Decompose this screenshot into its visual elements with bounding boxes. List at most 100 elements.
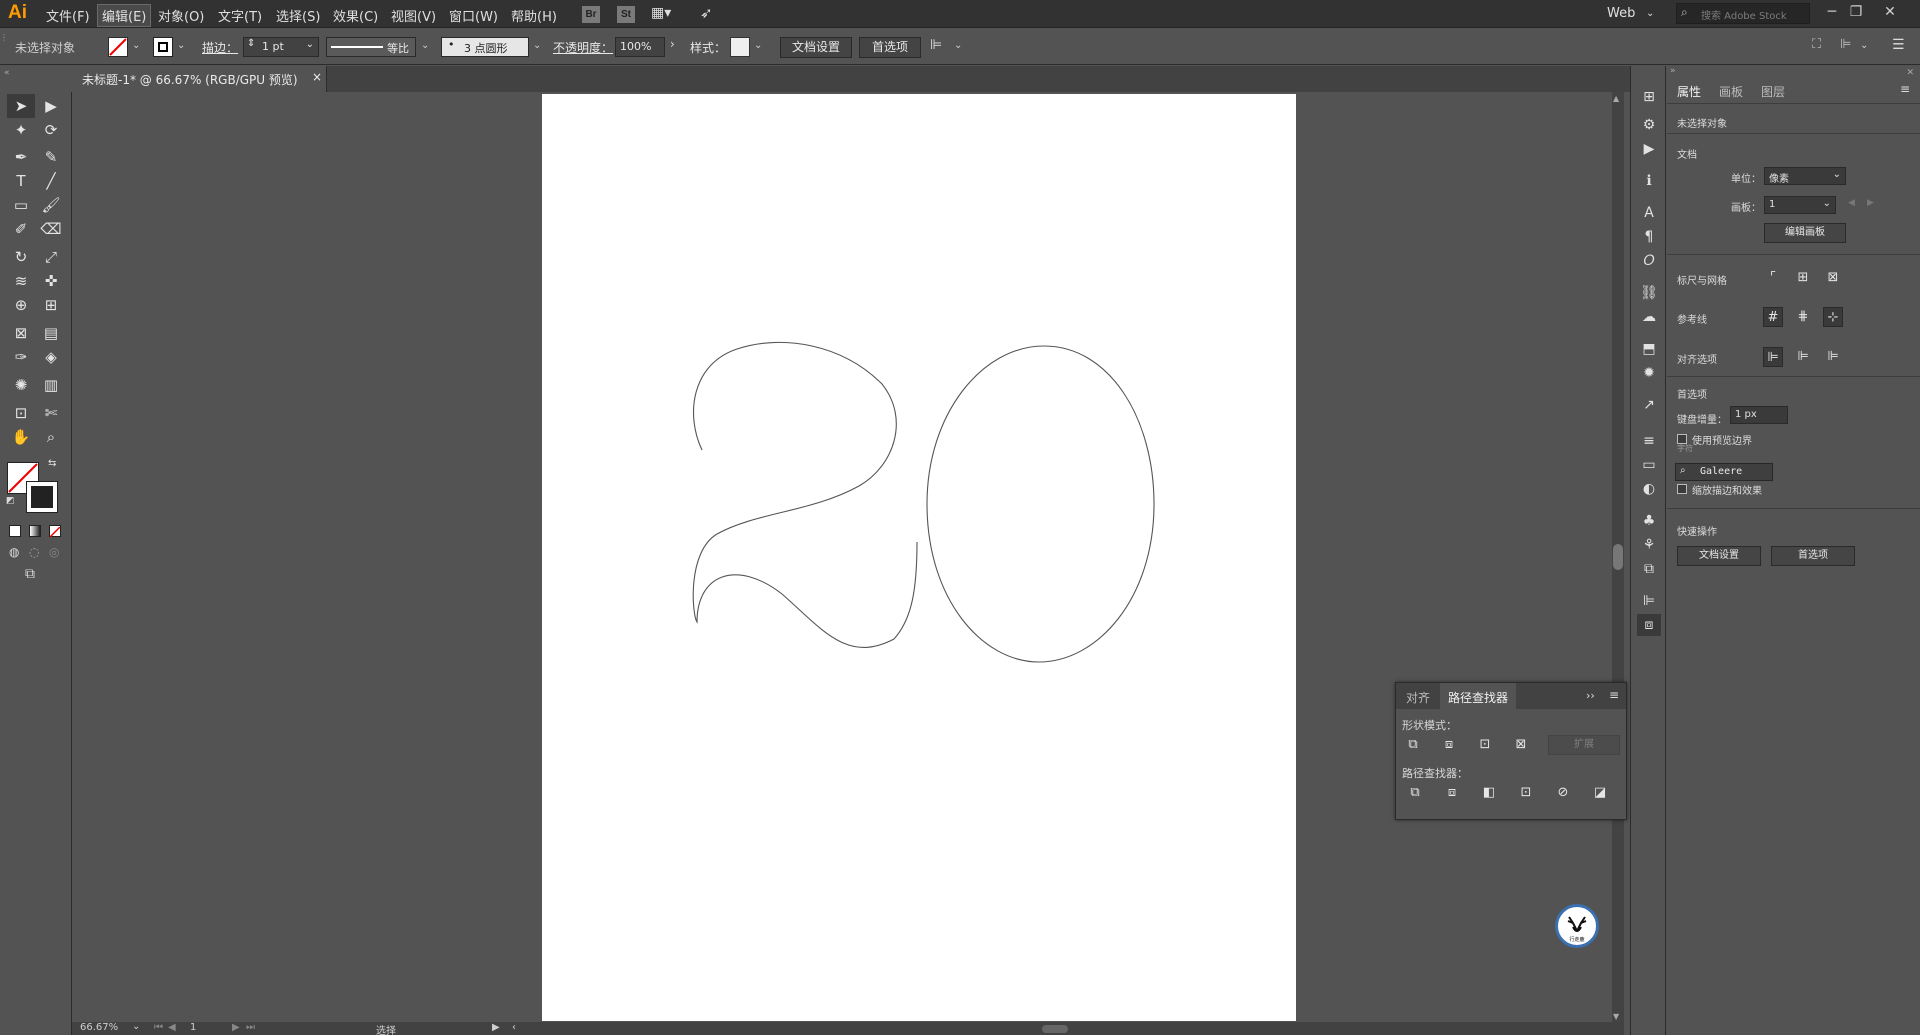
chevron-down-icon[interactable]: ⌄ [954, 40, 962, 51]
prev-artboard-icon[interactable]: ◀ [1848, 198, 1855, 208]
align-panel-icon[interactable]: ⊫ [1840, 37, 1851, 52]
settings-icon[interactable]: ⚙ [1637, 114, 1661, 136]
menu-help[interactable]: 帮助(H) [507, 6, 561, 25]
status-menu-icon[interactable]: ▶ [492, 1022, 500, 1033]
asset-export-icon[interactable]: ↗ [1637, 394, 1661, 416]
scale-tool-icon[interactable]: ⤢ [37, 245, 65, 269]
line-tool-icon[interactable]: ╱ [37, 169, 65, 193]
info-icon[interactable]: ℹ [1637, 170, 1661, 192]
artboard-tool-icon[interactable]: ⊡ [7, 401, 35, 425]
rotate-tool-icon[interactable]: ↻ [7, 245, 35, 269]
character-icon[interactable]: A [1637, 202, 1661, 224]
color-mode-icon[interactable] [9, 525, 21, 537]
selection-tool-icon[interactable]: ➤ [7, 94, 35, 118]
eyedropper-tool-icon[interactable]: ✑ [7, 345, 35, 369]
screen-mode-icon[interactable]: ⧉ [25, 566, 35, 582]
exclude-icon[interactable]: ⊠ [1510, 735, 1532, 755]
brush-dropdown[interactable]: • 3 点圆形 [441, 37, 529, 57]
chevron-down-icon[interactable]: ⌄ [177, 40, 185, 51]
restore-icon[interactable]: ❐ [1842, 4, 1870, 20]
links-icon[interactable]: ⛓ [1637, 282, 1661, 304]
warp-tool-icon[interactable]: ≋ [7, 269, 35, 293]
close-icon[interactable]: × [312, 70, 322, 84]
symbol-sprayer-tool-icon[interactable]: ✺ [7, 373, 35, 397]
artboard[interactable] [542, 94, 1296, 1021]
vertical-scrollbar[interactable]: ▲ ▼ [1612, 92, 1624, 1023]
snap-to-point-icon[interactable]: ⊫ [1763, 347, 1783, 367]
draw-inside-icon[interactable]: ◎ [49, 545, 59, 559]
scroll-thumb[interactable] [1613, 544, 1623, 570]
expand-button[interactable]: 扩展 [1548, 735, 1620, 755]
zoom-tool-icon[interactable]: ⌕ [37, 425, 65, 449]
close-icon[interactable]: ✕ [1876, 4, 1904, 20]
actions-icon[interactable]: ▶ [1637, 138, 1661, 160]
quick-doc-setup-button[interactable]: 文档设置 [1677, 546, 1761, 566]
opentype-icon[interactable]: 𝑂 [1637, 250, 1661, 272]
libraries-icon[interactable]: ⊞ [1637, 86, 1661, 108]
chevron-down-icon[interactable]: ⌄ [421, 40, 429, 51]
scroll-left-icon[interactable]: ‹ [512, 1022, 516, 1033]
merge-icon[interactable]: ◧ [1478, 783, 1500, 803]
shaper-tool-icon[interactable]: ✐ [7, 217, 35, 241]
scroll-up-icon[interactable]: ▲ [1613, 94, 1619, 103]
minus-back-icon[interactable]: ◪ [1589, 783, 1611, 803]
snap-to-pixel-icon[interactable]: ⊫ [1793, 347, 1813, 367]
intersect-icon[interactable]: ⊡ [1474, 735, 1496, 755]
draw-normal-icon[interactable]: ◍ [9, 545, 19, 559]
horizontal-scroll-thumb[interactable] [1042, 1025, 1068, 1033]
curvature-tool-icon[interactable]: ✎ [37, 145, 65, 169]
pathfinder-panel-icon[interactable]: ⧈ [1637, 614, 1661, 636]
stroke-profile-dropdown[interactable]: 等比 [326, 37, 416, 57]
scroll-down-icon[interactable]: ▼ [1613, 1012, 1619, 1021]
menu-select[interactable]: 选择(S) [272, 6, 324, 25]
opacity-label[interactable]: 不透明度： [553, 39, 613, 56]
scale-strokes-checkbox[interactable] [1677, 484, 1687, 494]
cc-libraries-icon[interactable]: ☁ [1637, 306, 1661, 328]
brushes-icon[interactable]: ⚘ [1637, 534, 1661, 556]
next-artboard-icon[interactable]: ▶ [1867, 198, 1874, 208]
snap-to-grid-icon[interactable]: ⊫ [1823, 347, 1843, 367]
chevron-down-icon[interactable]: ⌄ [1860, 40, 1868, 51]
close-icon[interactable]: ✕ [1906, 68, 1914, 78]
swap-colors-icon[interactable]: ⇆ [48, 458, 56, 469]
grid-icon[interactable]: ⊞ [1793, 268, 1813, 288]
ruler-icon[interactable]: ⌜ [1763, 268, 1783, 288]
document-tab[interactable]: 未标题-1* @ 66.67% (RGB/GPU 预览) × [72, 66, 327, 92]
tab-properties[interactable]: 属性 [1677, 83, 1701, 100]
trim-icon[interactable]: ⧈ [1441, 783, 1463, 803]
prev-artboard-icon[interactable]: ◀ [168, 1022, 176, 1033]
perspective-grid-tool-icon[interactable]: ⊞ [37, 293, 65, 317]
stock-badge[interactable]: St [617, 6, 635, 23]
crop-icon[interactable]: ⊡ [1515, 783, 1537, 803]
tab-layers[interactable]: 图层 [1761, 83, 1785, 100]
smart-guides-icon[interactable]: ⊹ [1823, 307, 1843, 327]
paragraph-icon[interactable]: ¶ [1637, 226, 1661, 248]
direct-selection-tool-icon[interactable]: ▶ [37, 94, 65, 118]
tab-align[interactable]: 对齐 [1406, 689, 1430, 706]
stroke-panel-icon[interactable]: ≡ [1637, 430, 1661, 452]
mesh-tool-icon[interactable]: ⊠ [7, 321, 35, 345]
stepper-icon[interactable]: ⇕ [247, 38, 255, 49]
stroke-weight-field[interactable]: ⇕ 1 pt ⌄ [243, 37, 319, 57]
bridge-badge[interactable]: Br [582, 6, 600, 23]
chevron-right-icon[interactable]: › [670, 37, 675, 51]
gradient-mode-icon[interactable] [29, 525, 41, 537]
unit-dropdown[interactable]: 像素 ⌄ [1764, 167, 1846, 185]
digit-two-path[interactable] [692, 341, 918, 649]
first-artboard-icon[interactable]: ⏮ [154, 1022, 163, 1033]
collapse-icon[interactable]: « [4, 68, 10, 78]
slice-tool-icon[interactable]: ✄ [37, 401, 65, 425]
chevron-down-icon[interactable]: ⌄ [1646, 8, 1654, 19]
stroke-swatch[interactable] [153, 37, 173, 57]
paintbrush-tool-icon[interactable]: 🖌 [37, 193, 65, 217]
fill-swatch[interactable] [108, 37, 128, 57]
artboard-dropdown[interactable]: 1 ⌄ [1764, 196, 1836, 214]
symbols-icon[interactable]: ♣ [1637, 510, 1661, 532]
chevron-down-icon[interactable]: ⌄ [132, 1021, 140, 1032]
zoom-level[interactable]: 66.67% [80, 1022, 118, 1033]
none-mode-icon[interactable] [49, 525, 61, 538]
hand-tool-icon[interactable]: ✋ [7, 425, 35, 449]
arrange-documents-icon[interactable]: ▦▾ [651, 5, 671, 21]
menu-object[interactable]: 对象(O) [154, 6, 208, 25]
last-artboard-icon[interactable]: ⏭ [246, 1022, 255, 1033]
